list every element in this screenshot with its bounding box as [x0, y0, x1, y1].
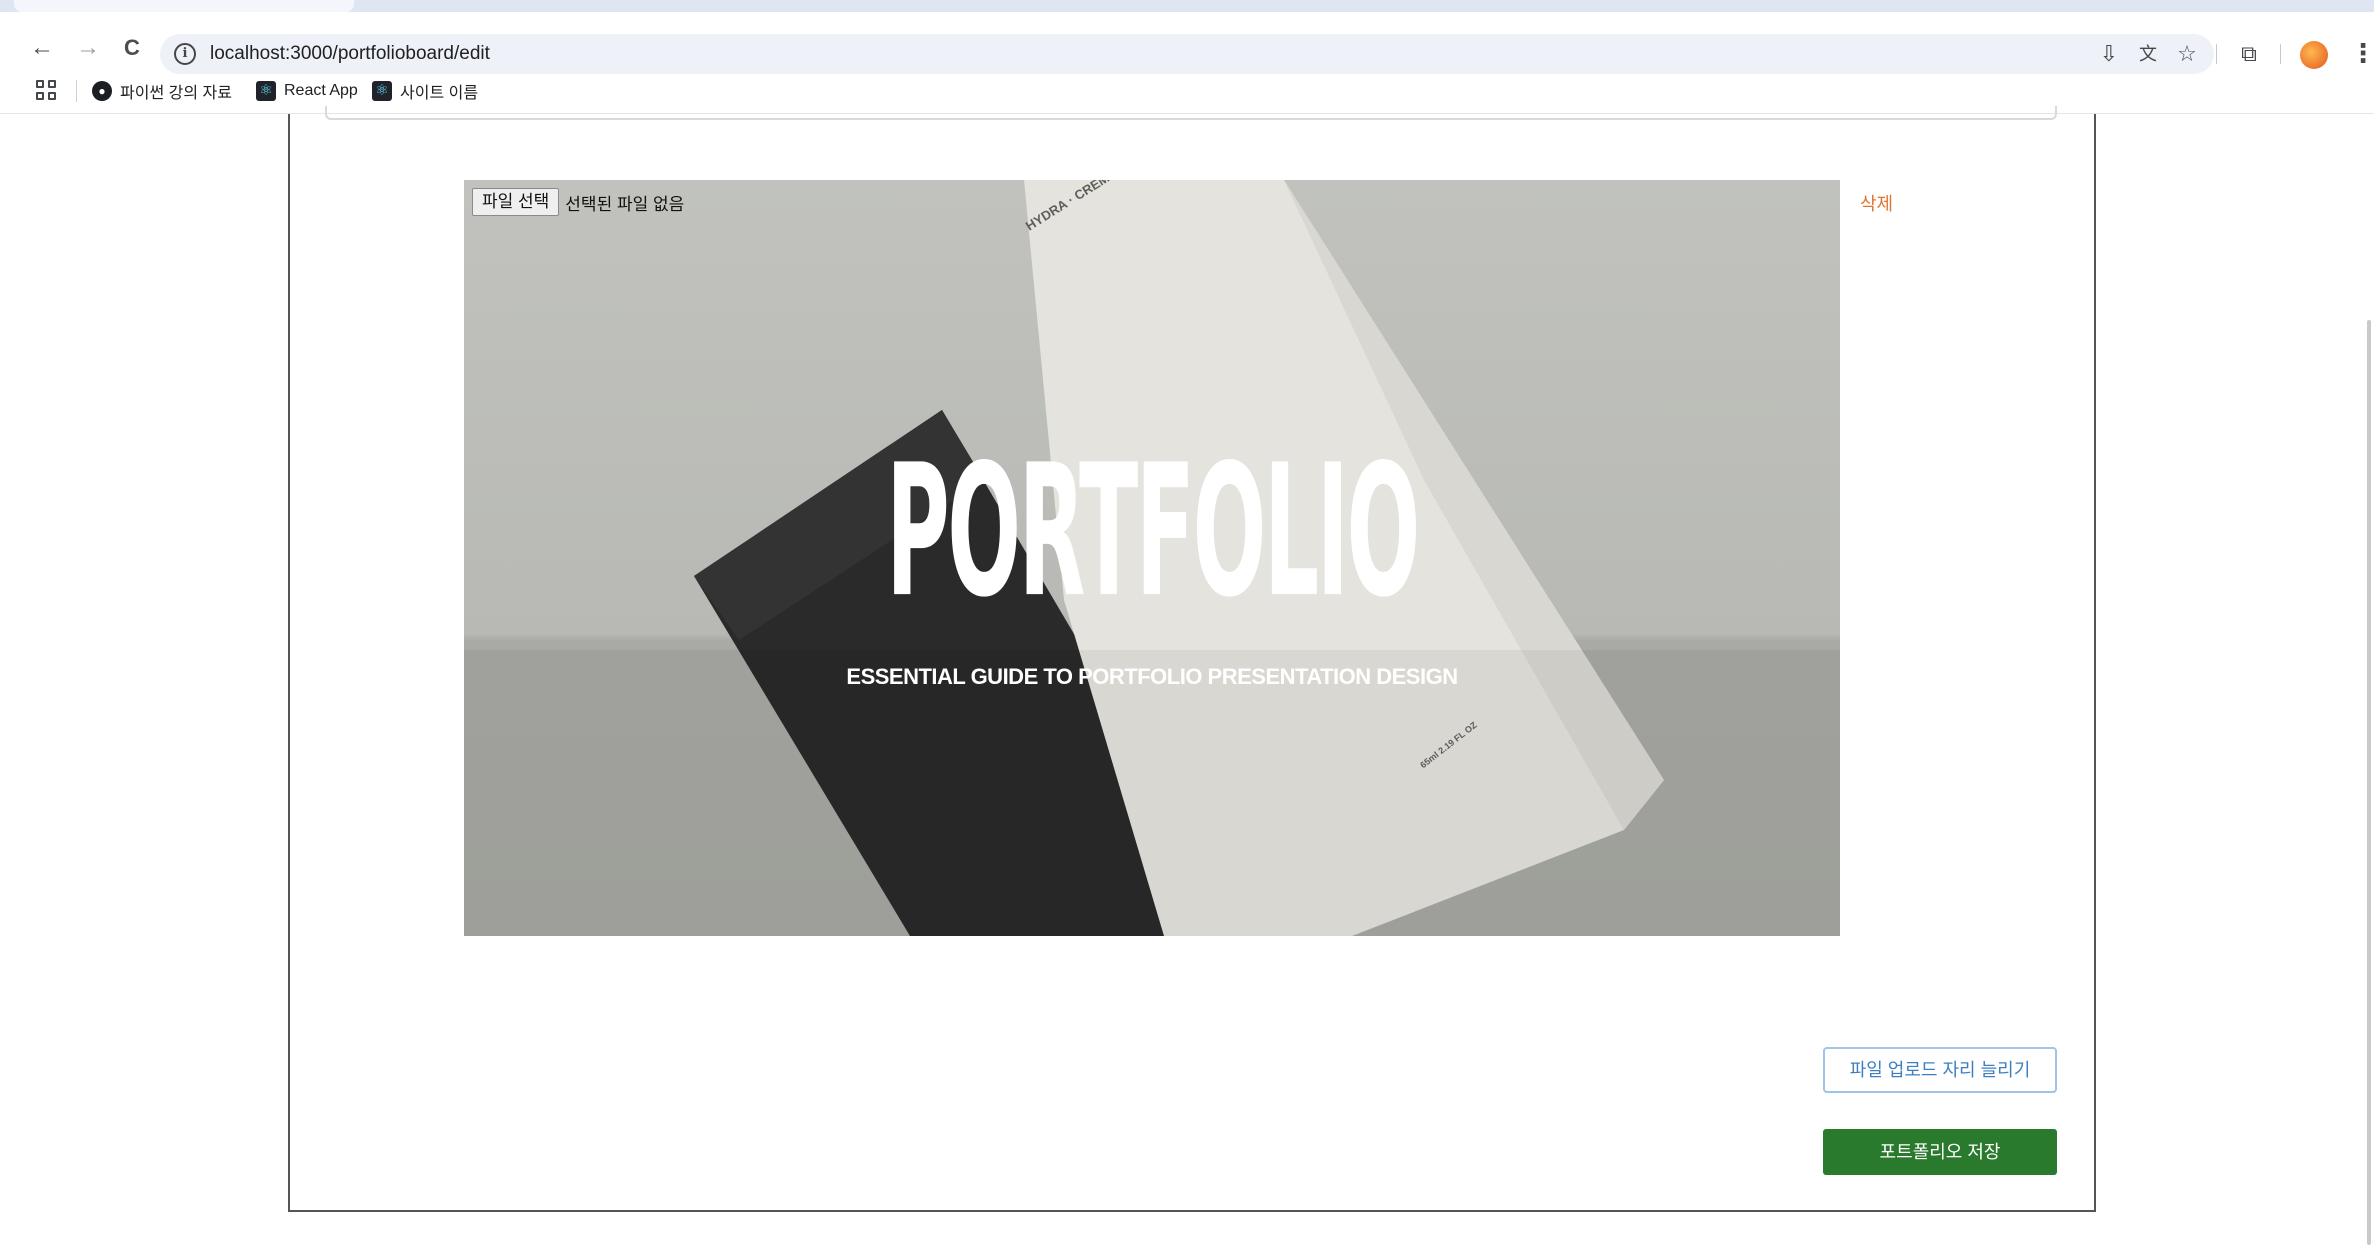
tab-strip [0, 0, 2374, 12]
portfolio-image-preview: HYDRA · CRÈME 65ml 2.19 FL OZ PORTFOLIO … [464, 180, 1840, 936]
bookmark-label: 사이트 이름 [400, 85, 479, 102]
menu-icon[interactable]: ⋮ [2350, 38, 2374, 68]
save-portfolio-button[interactable]: 포트폴리오 저장 [1823, 1129, 2057, 1175]
choose-file-button[interactable]: 파일 선택 [472, 188, 560, 216]
reload-icon[interactable]: C [118, 34, 146, 62]
install-icon[interactable]: ⇩ [2096, 41, 2122, 67]
forward-icon[interactable]: → [74, 34, 102, 62]
toolbar-divider [2280, 44, 2281, 64]
react-icon: ⚛ [372, 81, 392, 101]
github-icon: ● [92, 81, 112, 101]
expand-upload-slots-button[interactable]: 파일 업로드 자리 늘리기 [1823, 1047, 2057, 1093]
extensions-icon[interactable]: ⧉ [2236, 41, 2262, 67]
delete-button[interactable]: 삭제 [1860, 190, 1893, 216]
bookmark-label: React App [284, 82, 358, 99]
bookmark-react-app[interactable]: ⚛ React App [256, 78, 358, 104]
star-icon[interactable]: ☆ [2174, 41, 2200, 67]
url-text[interactable]: localhost:3000/portfolioboard/edit [210, 43, 490, 65]
bookmark-python-materials[interactable]: ● 파이썬 강의 자료 [92, 78, 232, 104]
browser-toolbar: ← → C i localhost:3000/portfolioboard/ed… [0, 12, 2374, 74]
active-tab[interactable] [14, 0, 354, 12]
site-info-icon[interactable]: i [174, 43, 196, 65]
toolbar-divider [2216, 44, 2217, 64]
bookmark-site-name[interactable]: ⚛ 사이트 이름 [372, 78, 478, 104]
preview-subtitle: ESSENTIAL GUIDE TO PORTFOLIO PRESENTATIO… [846, 664, 1458, 689]
bookmark-label: 파이썬 강의 자료 [120, 85, 232, 102]
bookmarks-divider [76, 80, 77, 102]
address-bar[interactable]: i localhost:3000/portfolioboard/edit [160, 34, 2214, 74]
previous-field-edge[interactable] [325, 106, 2057, 120]
file-status-text: 선택된 파일 없음 [565, 194, 685, 214]
profile-avatar[interactable] [2300, 41, 2328, 69]
file-input[interactable]: 파일 선택 선택된 파일 없음 [472, 188, 684, 216]
react-icon: ⚛ [256, 81, 276, 101]
page-scrollbar-thumb[interactable] [2367, 320, 2371, 1245]
preview-title: PORTFOLIO [886, 426, 1420, 639]
translate-icon[interactable]: 文 [2135, 41, 2161, 67]
back-icon[interactable]: ← [28, 34, 56, 62]
apps-grid-icon[interactable] [36, 80, 58, 102]
